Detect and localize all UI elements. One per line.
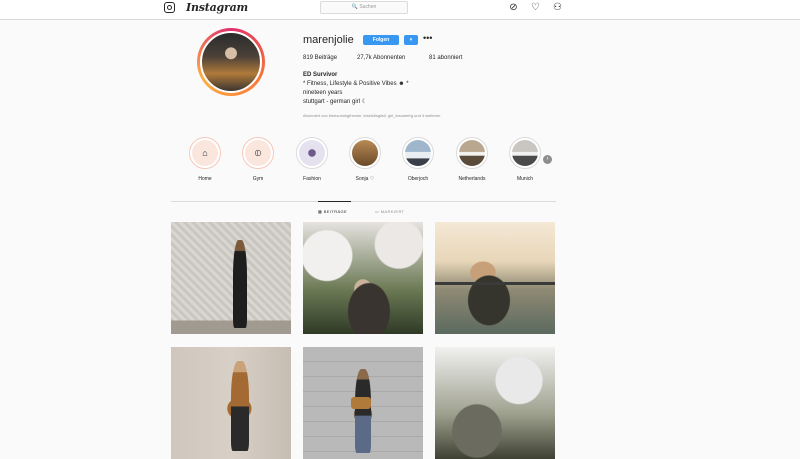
post-thumbnail[interactable] <box>303 222 423 334</box>
highlight-home[interactable]: ⌂ Home <box>187 137 223 182</box>
profile-username: marenjolie <box>303 34 354 46</box>
tab-tagged-label: MARKIERT <box>380 209 405 214</box>
chevron-right-icon[interactable]: › <box>543 155 552 164</box>
dumbbell-icon: ⦶ <box>245 140 271 166</box>
tab-posts-label: BEITRÄGE <box>323 209 348 214</box>
following-count[interactable]: 81 abonniert <box>429 55 462 61</box>
sonja-photo <box>352 140 378 166</box>
bio-name: ED Survivor <box>303 72 338 78</box>
highlight-fashion[interactable]: Fashion <box>294 137 330 182</box>
bio-line: stuttgart - german girl ☾ <box>303 99 368 105</box>
home-icon: ⌂ <box>192 140 218 166</box>
person-icon[interactable]: ⚇ <box>552 2 563 13</box>
instagram-wordmark[interactable]: Instagram <box>186 0 248 16</box>
oberjoch-photo <box>405 140 431 166</box>
tabs-divider <box>171 201 556 202</box>
active-tab-indicator <box>318 201 351 202</box>
more-options-button[interactable]: ••• <box>423 33 432 43</box>
posts-count: 819 Beiträge <box>303 55 338 61</box>
highlight-label: Gym <box>252 176 264 182</box>
post-thumbnail[interactable] <box>435 347 555 459</box>
profile-avatar-ring[interactable] <box>197 28 265 96</box>
followers-count[interactable]: 27,7k Abonnenten <box>357 55 405 61</box>
post-thumbnail[interactable] <box>171 347 291 459</box>
netherlands-photo <box>459 140 485 166</box>
highlight-gym[interactable]: ⦶ Gym <box>240 137 276 182</box>
munich-photo <box>512 140 538 166</box>
highlight-sonja[interactable]: Sonja ♡ <box>347 137 383 182</box>
fashion-photo <box>299 140 325 166</box>
followed-by-text[interactable]: Abonniert von bloesomingthemie, lesbisfi… <box>303 113 440 118</box>
tab-posts[interactable]: ▦ BEITRÄGE <box>318 209 347 214</box>
follow-button[interactable]: Folgen <box>363 35 399 45</box>
highlight-label: Sonja ♡ <box>355 176 375 182</box>
highlight-oberjoch[interactable]: Oberjoch <box>400 137 436 182</box>
highlight-label: Munich <box>516 176 534 182</box>
heart-icon[interactable]: ♡ <box>530 2 541 13</box>
tab-tagged[interactable]: ▭ MARKIERT <box>375 209 405 214</box>
avatar[interactable] <box>200 31 262 93</box>
bio-line: nineteen years <box>303 90 343 96</box>
highlight-label: Netherlands <box>458 176 486 182</box>
suggestions-dropdown-button[interactable]: ▾ <box>404 35 418 45</box>
highlight-netherlands[interactable]: Netherlands <box>454 137 490 182</box>
post-thumbnail[interactable] <box>435 222 555 334</box>
highlight-label: Home <box>198 176 212 182</box>
search-input[interactable]: 🔍 Suchen <box>320 1 408 14</box>
highlight-munich[interactable]: Munich <box>507 137 543 182</box>
bio-line: * Fitness, Lifestyle & Positive Vibes ☻ … <box>303 81 409 87</box>
highlight-label: Oberjoch <box>407 176 429 182</box>
post-thumbnail[interactable] <box>303 347 423 459</box>
compass-icon[interactable]: ⊘ <box>508 2 519 13</box>
instagram-glyph-icon[interactable] <box>164 2 175 13</box>
highlight-label: Fashion <box>303 176 321 182</box>
post-thumbnail[interactable] <box>171 222 291 334</box>
top-navigation-bar: Instagram 🔍 Suchen ⊘ ♡ ⚇ <box>0 0 800 20</box>
